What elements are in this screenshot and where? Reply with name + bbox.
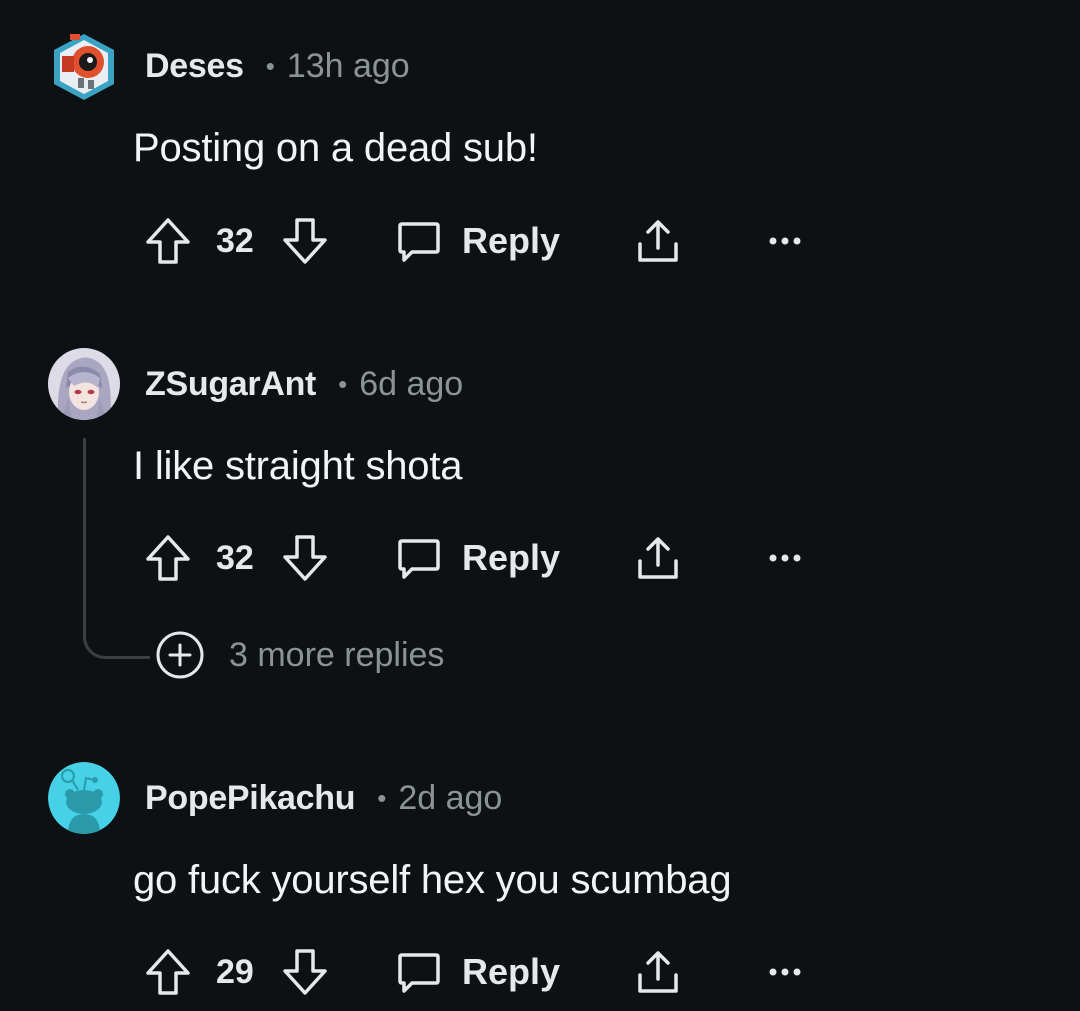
upvote-button[interactable] bbox=[145, 942, 191, 1002]
reply-button[interactable] bbox=[396, 942, 442, 1002]
more-replies-label[interactable]: 3 more replies bbox=[229, 636, 444, 675]
speech-bubble-icon bbox=[398, 222, 440, 262]
username[interactable]: ZSugarAnt bbox=[145, 365, 316, 404]
reply-label[interactable]: Reply bbox=[462, 211, 560, 271]
share-icon bbox=[638, 951, 678, 993]
downvote-arrow-icon bbox=[283, 949, 327, 995]
username[interactable]: Deses bbox=[145, 47, 244, 86]
more-options-button[interactable] bbox=[766, 211, 804, 271]
comment-header: ZSugarAnt • 6d ago bbox=[145, 348, 463, 420]
share-button[interactable] bbox=[634, 942, 682, 1002]
more-dots-icon bbox=[769, 237, 801, 245]
reply-label[interactable]: Reply bbox=[462, 942, 560, 1002]
robot-avatar-icon bbox=[54, 34, 114, 100]
more-replies-button[interactable]: 3 more replies bbox=[155, 630, 444, 680]
reply-button[interactable] bbox=[396, 528, 442, 588]
separator-dot: • bbox=[338, 368, 348, 399]
timestamp: 2d ago bbox=[398, 778, 503, 817]
share-icon bbox=[638, 537, 678, 579]
downvote-button[interactable] bbox=[282, 528, 328, 588]
comment-header: Deses • 13h ago bbox=[145, 30, 410, 102]
more-dots-icon bbox=[769, 968, 801, 976]
user-avatar[interactable] bbox=[48, 348, 120, 420]
reply-button[interactable] bbox=[396, 211, 442, 271]
comment-actions: 29 Reply bbox=[0, 942, 1080, 1002]
more-options-button[interactable] bbox=[766, 528, 804, 588]
vote-count: 32 bbox=[216, 222, 254, 260]
share-button[interactable] bbox=[634, 211, 682, 271]
more-dots-icon bbox=[769, 554, 801, 562]
separator-dot: • bbox=[377, 782, 387, 813]
vote-count: 32 bbox=[216, 539, 254, 577]
speech-bubble-icon bbox=[398, 953, 440, 993]
downvote-arrow-icon bbox=[283, 535, 327, 581]
more-options-button[interactable] bbox=[766, 942, 804, 1002]
downvote-button[interactable] bbox=[282, 942, 328, 1002]
upvote-button[interactable] bbox=[145, 528, 191, 588]
comment-actions: 32 Reply bbox=[0, 211, 1080, 271]
downvote-arrow-icon bbox=[283, 218, 327, 264]
vote-count: 29 bbox=[216, 953, 254, 991]
downvote-button[interactable] bbox=[282, 211, 328, 271]
speech-bubble-icon bbox=[398, 539, 440, 579]
comment-actions: 32 Reply bbox=[0, 528, 1080, 588]
upvote-button[interactable] bbox=[145, 211, 191, 271]
comment-body: go fuck yourself hex you scumbag bbox=[133, 858, 732, 902]
share-button[interactable] bbox=[634, 528, 682, 588]
snoo-avatar-icon bbox=[48, 762, 120, 834]
timestamp: 13h ago bbox=[286, 46, 410, 85]
comment-body: I like straight shota bbox=[133, 444, 463, 488]
separator-dot: • bbox=[265, 50, 275, 81]
upvote-arrow-icon bbox=[146, 535, 190, 581]
share-icon bbox=[638, 220, 678, 262]
upvote-arrow-icon bbox=[146, 949, 190, 995]
reply-label[interactable]: Reply bbox=[462, 528, 560, 588]
username[interactable]: PopePikachu bbox=[145, 779, 356, 818]
comment-header: PopePikachu • 2d ago bbox=[145, 762, 502, 834]
anime-character-avatar-icon bbox=[48, 348, 120, 420]
timestamp: 6d ago bbox=[359, 364, 464, 403]
upvote-arrow-icon bbox=[146, 218, 190, 264]
plus-circle-icon bbox=[156, 631, 204, 679]
comment-body: Posting on a dead sub! bbox=[133, 126, 538, 170]
user-avatar[interactable] bbox=[48, 30, 120, 102]
user-avatar[interactable] bbox=[48, 762, 120, 834]
